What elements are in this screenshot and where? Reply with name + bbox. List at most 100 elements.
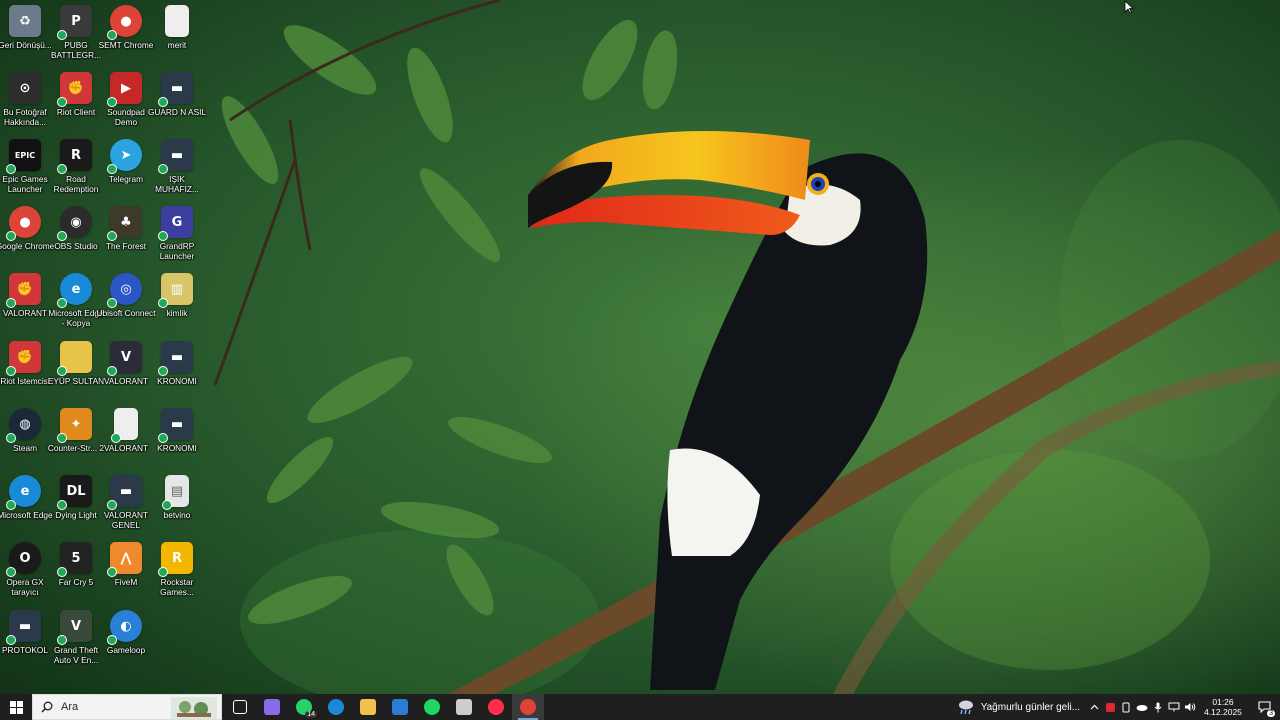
taskbar-app-button[interactable]: 14 <box>288 694 320 720</box>
taskbar-app-button[interactable] <box>480 694 512 720</box>
taskbar-app-button[interactable] <box>256 694 288 720</box>
sync-check-icon <box>57 30 67 40</box>
desktop-icon[interactable]: O Opera GX tarayıcı <box>0 542 50 609</box>
desktop-icon[interactable]: ✦ Counter-Str... 2 <box>48 408 104 475</box>
desktop-icon[interactable]: merit <box>152 5 202 72</box>
sync-check-icon <box>107 231 117 241</box>
tray-network[interactable] <box>1166 694 1182 720</box>
sync-check-icon <box>6 567 16 577</box>
desktop-icon[interactable]: VALORANT <box>101 408 151 475</box>
image-file-icon: ▤ <box>162 475 189 510</box>
desktop-icon-label: Gameloop <box>106 645 146 655</box>
network-icon <box>1168 702 1180 712</box>
tray-microphone[interactable] <box>1150 694 1166 720</box>
taskbar-app-button[interactable] <box>448 694 480 720</box>
sync-check-icon <box>107 30 117 40</box>
file-explorer-icon <box>360 699 376 715</box>
desktop-icon[interactable]: ➤ Telegram <box>101 139 151 206</box>
desktop-icon[interactable]: ▬ KRONOMI <box>152 341 202 408</box>
taskbar-app-button[interactable] <box>512 694 544 720</box>
desktop-icon[interactable]: ♣ The Forest <box>101 206 151 273</box>
taskbar-app-button[interactable] <box>320 694 352 720</box>
edge-icon: e <box>57 273 92 308</box>
desktop-icon-label: GUARD N ASIL <box>147 107 207 117</box>
taskbar-search-box[interactable]: Ara <box>32 694 222 720</box>
file-icon <box>165 5 189 37</box>
desktop-icon[interactable]: ● SEMT Chrome <box>99 5 153 72</box>
desktop-icon[interactable]: ◎ Ubisoft Connect <box>96 273 156 340</box>
search-placeholder: Ara <box>61 701 79 713</box>
desktop-icon[interactable]: R Road Redemption <box>51 139 101 206</box>
desktop-icon-label: Rockstar Games... <box>160 577 194 597</box>
dying-light-icon: DL <box>57 475 92 510</box>
sync-check-icon <box>111 433 121 443</box>
desktop-icon-label: KRONOMI <box>157 443 197 453</box>
edge-icon <box>328 699 344 715</box>
taskbar-app-button[interactable] <box>416 694 448 720</box>
desktop-icon[interactable]: e Microsoft Edge <box>0 475 53 542</box>
sync-check-icon <box>6 231 16 241</box>
desktop-icon[interactable]: EYÜP SULTAN <box>48 341 104 408</box>
desktop-icon[interactable]: EPIC Epic Games Launcher <box>0 139 50 206</box>
taskbar-app-button[interactable] <box>352 694 384 720</box>
desktop-icon[interactable]: ▬ KRONOMI <box>152 408 202 475</box>
desktop-icon[interactable]: V VALORANT <box>101 341 151 408</box>
sync-check-icon <box>57 164 67 174</box>
desktop-icon[interactable]: ▤ betvino <box>152 475 202 542</box>
desktop-icon[interactable]: ◉ OBS Studio <box>51 206 101 273</box>
notification-center-button[interactable]: 3 <box>1248 694 1280 720</box>
desktop-icon[interactable]: ✊ Riot Client <box>51 72 101 139</box>
sync-check-icon <box>158 366 168 376</box>
tray-volume[interactable] <box>1182 694 1198 720</box>
desktop-icon[interactable]: ▥ kimlik <box>152 273 202 340</box>
tray-onedrive[interactable] <box>1134 694 1150 720</box>
tray-app-red-icon[interactable] <box>1102 694 1118 720</box>
desktop-icon[interactable]: ▶ Soundpad Demo <box>101 72 151 139</box>
desktop-icon[interactable]: DL Dying Light <box>51 475 101 542</box>
weather-widget[interactable]: Yağmurlu günler geli... <box>951 694 1086 720</box>
shortcut-app-icon: ▬ <box>158 341 193 376</box>
tray-app-icon[interactable] <box>1118 694 1134 720</box>
desktop-icon[interactable]: G GrandRP Launcher <box>152 206 202 273</box>
desktop-icon[interactable]: ◍ Steam <box>0 408 50 475</box>
desktop-icon[interactable]: ▬ GUARD N ASIL <box>148 72 206 139</box>
desktop-icon[interactable]: ⋀ FiveM <box>101 542 151 609</box>
sync-check-icon <box>107 298 117 308</box>
outlook-icon <box>392 699 408 715</box>
folder-icon <box>57 341 92 376</box>
clock[interactable]: 01:26 4.12.2025 <box>1200 697 1246 717</box>
red-square-icon <box>1105 702 1115 712</box>
rain-cloud-icon <box>958 700 973 715</box>
desktop-icon[interactable]: R Rockstar Games... <box>152 542 202 609</box>
desktop-icon[interactable]: ▬ IŞIK MUHAFIZ... <box>152 139 202 206</box>
desktop-icon[interactable]: ✊ VALORANT <box>0 273 50 340</box>
desktop-icon[interactable]: V Grand Theft Auto V En... <box>51 610 101 677</box>
windows-icon <box>9 700 23 714</box>
desktop-icon[interactable]: 5 Far Cry 5 <box>51 542 101 609</box>
epic-games-icon: EPIC <box>6 139 41 174</box>
sync-check-icon <box>6 433 16 443</box>
desktop-icon-label: IŞIK MUHAFIZ... <box>155 174 199 194</box>
shortcut-app-icon: ▬ <box>158 139 193 174</box>
desktop-icon[interactable]: ⊙ Bu Fotoğraf Hakkında... <box>0 72 50 139</box>
taskbar-app-button[interactable] <box>384 694 416 720</box>
desktop-icon[interactable]: ✊ Riot İstemcisi <box>0 341 50 408</box>
archive-icon: ▥ <box>158 273 193 308</box>
taskbar-app-button[interactable] <box>224 694 256 720</box>
desktop-icon[interactable]: ♻ Geri Dönüşü... <box>0 5 52 72</box>
start-button[interactable] <box>0 694 32 720</box>
desktop-icon[interactable]: ▬ VALORANT GENEL <box>101 475 151 542</box>
riot-icon: ✊ <box>6 273 41 308</box>
show-hidden-icons-button[interactable] <box>1086 694 1102 720</box>
gta-icon: V <box>57 610 92 645</box>
grandrp-icon: G <box>158 206 193 241</box>
clock-time: 01:26 <box>1212 697 1234 707</box>
desktop-icon[interactable]: ● Google Chrome <box>0 206 54 273</box>
shortcut-app-icon: ▬ <box>6 610 41 645</box>
desktop-icon[interactable]: ◐ Gameloop <box>101 610 151 677</box>
desktop-icon[interactable]: ▬ PROTOKOL <box>0 610 50 677</box>
desktop-icon[interactable]: e Microsoft Edge - Kopya <box>48 273 104 340</box>
sync-check-icon <box>6 298 16 308</box>
desktop-icon[interactable]: P PUBG BATTLEGR... <box>51 5 101 72</box>
chrome-icon <box>520 699 536 715</box>
